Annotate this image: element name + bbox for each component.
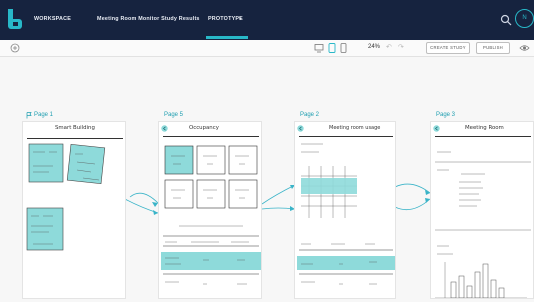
search-icon[interactable] <box>500 14 512 26</box>
preview-eye-icon[interactable] <box>519 43 530 53</box>
page-2-sketch <box>297 143 395 285</box>
prototype-canvas[interactable]: Page 1 Smart Building Page 5 Occupancy P… <box>0 57 534 302</box>
page-3-label: Page 3 <box>436 112 456 118</box>
mobile-view-icon[interactable] <box>340 43 347 53</box>
zoom-level[interactable]: 24% <box>368 44 380 50</box>
page-5-card[interactable]: Occupancy <box>158 121 262 299</box>
page-1-sketch <box>26 143 106 251</box>
workspace-link[interactable]: WORKSPACE <box>34 16 71 22</box>
project-title[interactable]: Meeting Room Monitor Study Results <box>97 16 200 22</box>
home-flag-icon <box>26 112 32 119</box>
create-study-button[interactable]: CREATE STUDY <box>426 42 470 54</box>
app-logo-icon[interactable] <box>6 7 26 33</box>
top-nav-bar: WORKSPACE Meeting Room Monitor Study Res… <box>0 0 534 40</box>
desktop-view-icon[interactable] <box>314 43 324 53</box>
active-tab-indicator <box>206 36 248 39</box>
page-3-sketch <box>435 151 531 298</box>
prototype-toolbar: 24% ↶ ↷ CREATE STUDY PUBLISH <box>0 40 534 57</box>
page-3-card[interactable]: Meeting Room <box>430 121 534 299</box>
chevron-down-icon[interactable]: ▾ <box>239 16 242 22</box>
arrow-p1-p5 <box>124 198 159 214</box>
undo-icon[interactable]: ↶ <box>386 43 392 51</box>
page-2-card[interactable]: Meeting room usage <box>294 121 396 299</box>
redo-icon[interactable]: ↷ <box>398 43 404 51</box>
page-1-label: Page 1 <box>34 112 54 118</box>
publish-button[interactable]: PUBLISH <box>476 42 510 54</box>
add-page-icon[interactable] <box>10 43 20 53</box>
tab-prototype[interactable]: PROTOTYPE <box>208 16 243 22</box>
page-5-sketch <box>161 145 261 285</box>
tablet-view-icon[interactable] <box>328 43 336 53</box>
page-1-card[interactable]: Smart Building <box>22 121 126 299</box>
user-avatar[interactable]: N <box>515 9 534 28</box>
page-5-label: Page 5 <box>164 112 184 118</box>
page-2-label: Page 2 <box>300 112 320 118</box>
